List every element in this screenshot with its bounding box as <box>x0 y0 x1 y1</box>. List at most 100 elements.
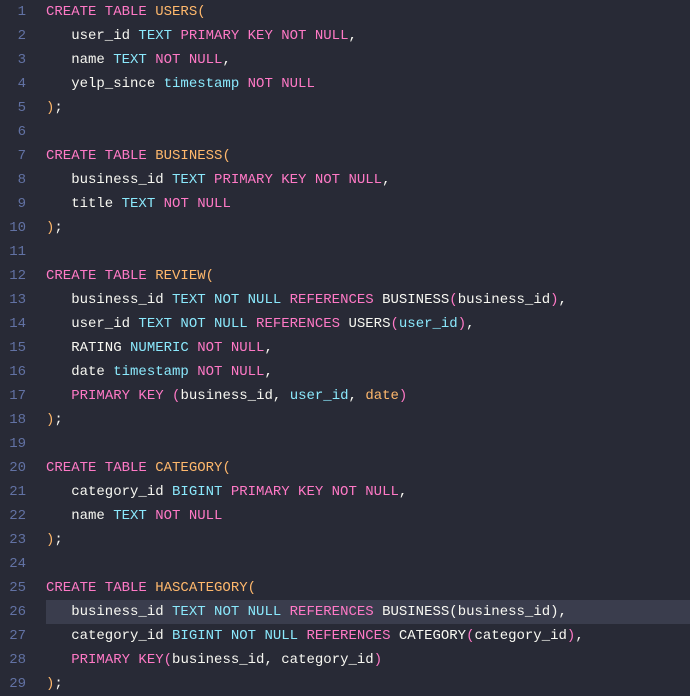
code-line[interactable]: user_id TEXT PRIMARY KEY NOT NULL, <box>46 24 690 48</box>
line-number-gutter: 1234567891011121314151617181920212223242… <box>0 0 36 693</box>
token-kw: PRIMARY KEY NOT NULL <box>180 28 348 44</box>
token-parenP: ( <box>164 652 172 668</box>
token-punct: , <box>222 52 230 68</box>
token-punct: , <box>382 172 390 188</box>
code-line[interactable]: CREATE TABLE CATEGORY( <box>46 456 690 480</box>
token-parenW: ) <box>550 604 558 620</box>
token-punct: , <box>466 316 474 332</box>
token-punct: ; <box>54 676 62 692</box>
token-paren: date <box>365 388 399 404</box>
line-number: 26 <box>0 600 26 624</box>
code-line[interactable]: name TEXT NOT NULL, <box>46 48 690 72</box>
token-kw: PRIMARY KEY <box>71 388 172 404</box>
token-ident: RATING <box>46 340 130 356</box>
code-line[interactable]: CREATE TABLE BUSINESS( <box>46 144 690 168</box>
line-number: 10 <box>0 216 26 240</box>
line-number: 1 <box>0 0 26 24</box>
token-ident: category_id <box>281 652 373 668</box>
token-ident: user_id <box>46 316 138 332</box>
token-kw: REFERENCES <box>290 604 382 620</box>
code-line[interactable]: ); <box>46 216 690 240</box>
code-line[interactable] <box>46 552 690 576</box>
token-ident: business_id <box>46 172 172 188</box>
token-punct: ; <box>54 100 62 116</box>
token-name: REVIEW <box>155 268 205 284</box>
code-line[interactable]: date timestamp NOT NULL, <box>46 360 690 384</box>
token-kw: CREATE TABLE <box>46 4 155 20</box>
token-ident: business_id <box>458 292 550 308</box>
token-paren: ( <box>248 580 256 596</box>
token-punct: , <box>575 628 583 644</box>
code-line[interactable]: yelp_since timestamp NOT NULL <box>46 72 690 96</box>
token-ident: USERS <box>348 316 390 332</box>
token-punct: , <box>349 388 366 404</box>
token-type: TEXT <box>113 52 155 68</box>
line-number: 9 <box>0 192 26 216</box>
token-ident: BUSINESS <box>382 604 449 620</box>
token-kw: NOT NULL <box>155 52 222 68</box>
code-line[interactable]: title TEXT NOT NULL <box>46 192 690 216</box>
code-line[interactable]: category_id BIGINT NOT NULL REFERENCES C… <box>46 624 690 648</box>
token-ident: business_id <box>46 604 172 620</box>
code-line[interactable] <box>46 432 690 456</box>
code-line[interactable]: category_id BIGINT PRIMARY KEY NOT NULL, <box>46 480 690 504</box>
code-line[interactable]: ); <box>46 528 690 552</box>
code-line[interactable]: name TEXT NOT NULL <box>46 504 690 528</box>
line-number: 3 <box>0 48 26 72</box>
code-line[interactable] <box>46 240 690 264</box>
code-editor-content[interactable]: CREATE TABLE USERS( user_id TEXT PRIMARY… <box>36 0 690 693</box>
code-line[interactable]: CREATE TABLE HASCATEGORY( <box>46 576 690 600</box>
code-line[interactable]: business_id TEXT NOT NULL REFERENCES BUS… <box>46 600 690 624</box>
token-ident: name <box>46 52 113 68</box>
token-name: HASCATEGORY <box>155 580 247 596</box>
token-punct: , <box>264 364 272 380</box>
line-number: 29 <box>0 672 26 696</box>
line-number: 11 <box>0 240 26 264</box>
token-punct: , <box>399 484 407 500</box>
code-line[interactable]: CREATE TABLE USERS( <box>46 0 690 24</box>
token-ident <box>46 388 71 404</box>
token-ident: title <box>46 196 122 212</box>
token-kw: NOT NULL <box>248 76 315 92</box>
code-line[interactable]: PRIMARY KEY(business_id, category_id) <box>46 648 690 672</box>
token-type: TEXT NOT NULL <box>172 604 290 620</box>
code-line[interactable]: business_id TEXT NOT NULL REFERENCES BUS… <box>46 288 690 312</box>
code-line[interactable]: business_id TEXT PRIMARY KEY NOT NULL, <box>46 168 690 192</box>
token-ident: business_id <box>172 652 264 668</box>
token-kw: REFERENCES <box>290 292 382 308</box>
token-kw: NOT NULL <box>164 196 231 212</box>
token-ident: category_id <box>46 484 172 500</box>
token-paren: ( <box>222 148 230 164</box>
token-ident: yelp_since <box>46 76 164 92</box>
token-kw: PRIMARY KEY <box>71 652 163 668</box>
token-type: TEXT <box>138 28 180 44</box>
code-line[interactable] <box>46 120 690 144</box>
token-ident: BUSINESS <box>382 292 449 308</box>
line-number: 25 <box>0 576 26 600</box>
token-punct: , <box>264 340 272 356</box>
token-punct: , <box>559 604 567 620</box>
token-punct: ; <box>54 220 62 236</box>
token-type: timestamp <box>164 76 248 92</box>
line-number: 28 <box>0 648 26 672</box>
token-paren: ( <box>206 268 214 284</box>
line-number: 4 <box>0 72 26 96</box>
line-number: 7 <box>0 144 26 168</box>
line-number: 6 <box>0 120 26 144</box>
code-line[interactable]: RATING NUMERIC NOT NULL, <box>46 336 690 360</box>
line-number: 19 <box>0 432 26 456</box>
code-line[interactable]: CREATE TABLE REVIEW( <box>46 264 690 288</box>
line-number: 15 <box>0 336 26 360</box>
token-ident: business_id <box>180 388 272 404</box>
code-line[interactable]: ); <box>46 408 690 432</box>
token-kw: REFERENCES <box>306 628 398 644</box>
token-parenP: ) <box>458 316 466 332</box>
code-line[interactable]: user_id TEXT NOT NULL REFERENCES USERS(u… <box>46 312 690 336</box>
line-number: 12 <box>0 264 26 288</box>
code-line[interactable]: PRIMARY KEY (business_id, user_id, date) <box>46 384 690 408</box>
line-number: 27 <box>0 624 26 648</box>
token-ident: category_id <box>46 628 172 644</box>
code-line[interactable]: ); <box>46 96 690 120</box>
line-number: 20 <box>0 456 26 480</box>
code-line[interactable]: ); <box>46 672 690 696</box>
